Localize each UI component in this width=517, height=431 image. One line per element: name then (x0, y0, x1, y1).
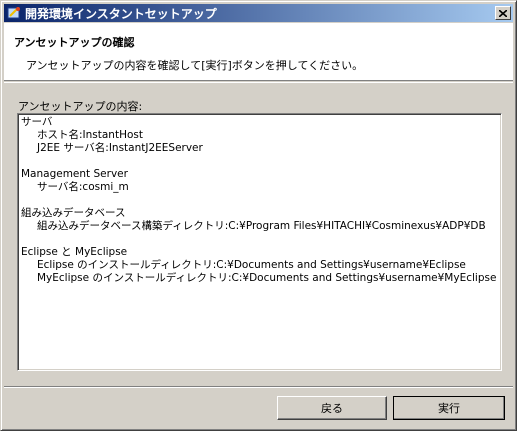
header-panel: アンセットアップの確認 アンセットアップの内容を確認して[実行]ボタンを押してく… (4, 23, 513, 81)
summary-line: J2EE サーバ名:InstantJ2EEServer (37, 142, 203, 154)
summary-line: Management Server (21, 168, 128, 180)
summary-line: サーバ名:cosmi_m (37, 181, 129, 193)
window-title: 開発環境インスタントセットアップ (25, 6, 217, 21)
setup-dialog: 開発環境インスタントセットアップ アンセットアップの確認 アンセットアップの内容… (0, 0, 517, 431)
setup-app-icon (6, 5, 22, 21)
content-label: アンセットアップの内容: (18, 100, 143, 113)
close-icon (499, 9, 507, 17)
summary-line: Eclipse と MyEclipse (21, 246, 128, 258)
footer-divider-highlight (4, 387, 513, 388)
summary-line: サーバ (21, 116, 53, 128)
header-description: アンセットアップの内容を確認して[実行]ボタンを押してください。 (26, 59, 364, 72)
header-divider (4, 82, 513, 83)
header-title: アンセットアップの確認 (14, 36, 135, 49)
run-button[interactable]: 実行 (393, 396, 505, 420)
summary-line: 組み込みデータベース構築ディレクトリ:C:¥Program Files¥HITA… (37, 220, 486, 232)
summary-line: Eclipse のインストールディレクトリ:C:¥Documents and S… (37, 259, 466, 271)
title-bar[interactable]: 開発環境インスタントセットアップ (4, 4, 513, 22)
summary-textbox[interactable]: サーバ ホスト名:InstantHost J2EE サーバ名:InstantJ2… (17, 113, 502, 371)
back-button[interactable]: 戻る (277, 396, 387, 420)
summary-line: MyEclipse のインストールディレクトリ:C:¥Documents and… (37, 272, 497, 284)
summary-line: ホスト名:InstantHost (37, 129, 143, 141)
close-button[interactable] (495, 6, 511, 20)
summary-line: 組み込みデータベース (21, 207, 126, 219)
